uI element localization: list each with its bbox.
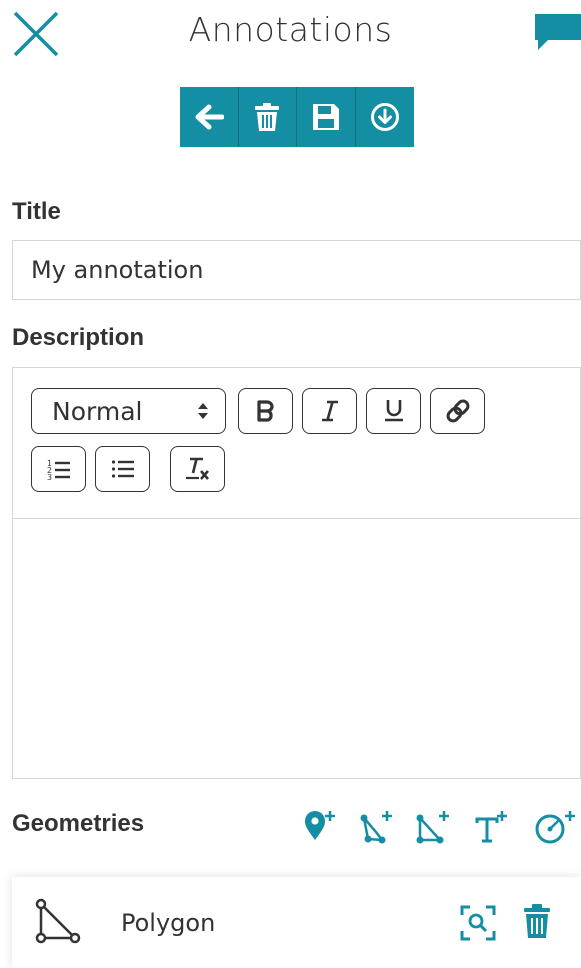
delete-button[interactable] — [239, 87, 297, 147]
zoom-to-geometry-button[interactable] — [458, 903, 498, 943]
description-textarea[interactable] — [13, 520, 580, 778]
title-input[interactable] — [12, 240, 581, 300]
description-label: Description — [12, 324, 145, 351]
back-arrow-icon — [195, 104, 224, 130]
description-editor: Normal 1 2 3 — [12, 367, 581, 779]
bullet-list-button[interactable] — [95, 446, 150, 492]
clear-format-button[interactable] — [170, 446, 225, 492]
clear-format-icon — [185, 457, 209, 480]
action-toolbar — [180, 87, 414, 147]
format-select-value: Normal — [52, 396, 143, 426]
link-icon — [446, 399, 469, 423]
bold-button[interactable] — [238, 388, 293, 434]
page-title: Annotations — [188, 10, 393, 49]
add-polygon-icon — [416, 811, 449, 844]
add-circle-button[interactable] — [532, 806, 578, 850]
underline-button[interactable] — [366, 388, 421, 434]
save-icon — [312, 104, 339, 130]
add-circle-icon — [535, 811, 575, 844]
link-button[interactable] — [430, 388, 485, 434]
download-button[interactable] — [356, 87, 415, 147]
format-select[interactable]: Normal — [31, 388, 226, 434]
editor-toolbar: Normal 1 2 3 — [13, 368, 580, 519]
trash-icon — [255, 103, 280, 131]
trash-icon — [524, 904, 550, 938]
geometry-name: Polygon — [121, 909, 216, 937]
polygon-icon — [35, 898, 81, 944]
delete-geometry-button[interactable] — [520, 902, 554, 942]
geometry-tools — [300, 806, 581, 850]
ordered-list-button[interactable]: 1 2 3 — [31, 446, 86, 492]
add-line-button[interactable] — [358, 806, 398, 850]
italic-button[interactable] — [302, 388, 357, 434]
title-label: Title — [12, 198, 61, 225]
add-text-button[interactable] — [472, 806, 512, 850]
back-button[interactable] — [180, 87, 239, 147]
add-line-icon — [360, 811, 392, 844]
comment-button[interactable] — [532, 12, 581, 54]
download-icon — [370, 103, 399, 131]
select-arrows-icon — [198, 403, 208, 419]
add-marker-icon — [305, 811, 335, 840]
zoom-to-icon — [460, 905, 496, 941]
add-marker-button[interactable] — [302, 806, 338, 850]
add-polygon-button[interactable] — [414, 806, 454, 850]
bullet-list-icon — [111, 460, 134, 478]
geometries-label: Geometries — [12, 810, 145, 837]
bold-icon — [256, 400, 274, 422]
geometry-list-item[interactable]: Polygon — [12, 877, 581, 968]
ordered-list-icon: 1 2 3 — [47, 459, 70, 480]
svg-text:3: 3 — [47, 473, 52, 480]
italic-icon — [321, 400, 338, 422]
add-text-icon — [475, 811, 507, 843]
header: Annotations — [0, 0, 581, 70]
underline-icon — [384, 400, 403, 422]
save-button[interactable] — [297, 87, 356, 147]
comment-icon — [535, 14, 581, 50]
